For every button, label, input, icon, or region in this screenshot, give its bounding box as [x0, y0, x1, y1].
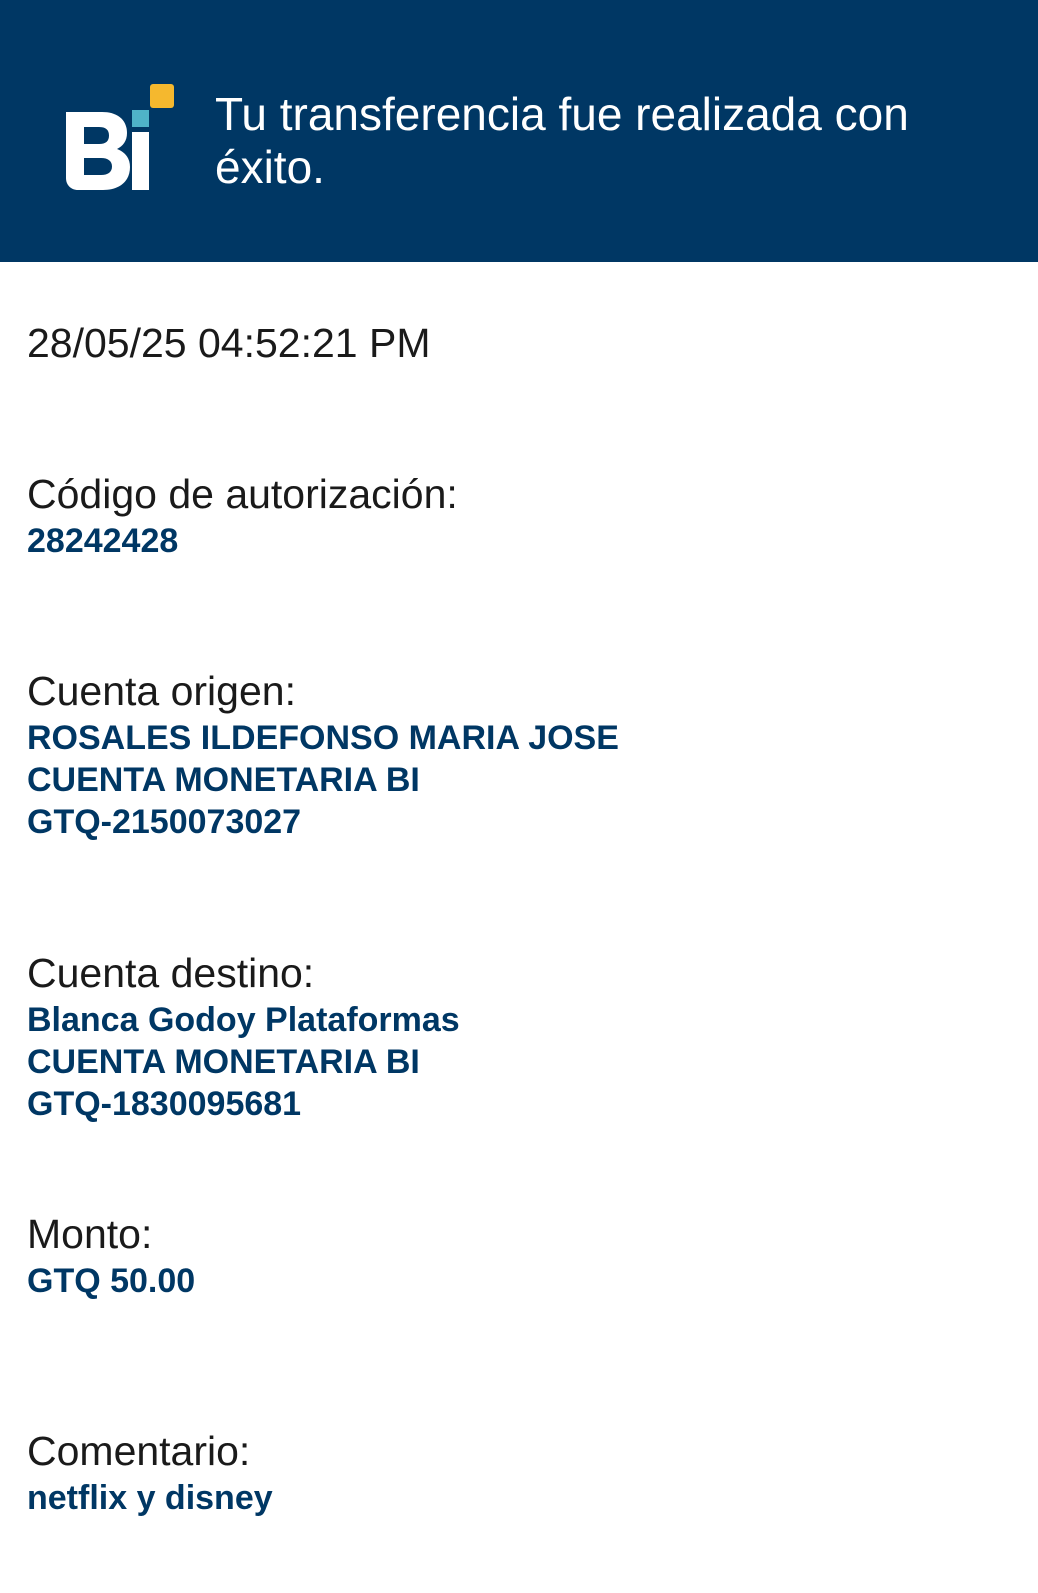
comment-label: Comentario: — [27, 1428, 251, 1474]
authorization-label: Código de autorización: — [27, 471, 458, 517]
destination-account-type: CUENTA MONETARIA BI — [27, 1043, 420, 1081]
authorization-section: Código de autorización: 28242428 — [27, 468, 1007, 562]
origin-name: ROSALES ILDEFONSO MARIA JOSE — [27, 719, 619, 757]
transaction-datetime: 28/05/25 04:52:21 PM — [27, 320, 431, 366]
comment-value: netflix y disney — [27, 1479, 273, 1517]
origin-account-type: CUENTA MONETARIA BI — [27, 761, 420, 799]
amount-value: GTQ 50.00 — [27, 1262, 196, 1300]
authorization-code: 28242428 — [27, 522, 179, 560]
amount-label: Monto: — [27, 1211, 153, 1257]
destination-label: Cuenta destino: — [27, 950, 315, 996]
comment-section: Comentario: netflix y disney — [27, 1425, 1007, 1519]
destination-account-number: GTQ-1830095681 — [27, 1085, 302, 1123]
destination-name: Blanca Godoy Plataformas — [27, 1001, 460, 1039]
header-banner: Tu transferencia fue realizada con éxito… — [0, 0, 1038, 262]
amount-section: Monto: GTQ 50.00 — [27, 1208, 1007, 1302]
destination-account-section: Cuenta destino: Blanca Godoy Plataformas… — [27, 947, 1007, 1125]
success-message: Tu transferencia fue realizada con éxito… — [215, 88, 909, 193]
origin-account-number: GTQ-2150073027 — [27, 803, 302, 841]
bi-logo — [66, 84, 174, 190]
origin-account-section: Cuenta origen: ROSALES ILDEFONSO MARIA J… — [27, 665, 1007, 843]
origin-label: Cuenta origen: — [27, 668, 296, 714]
